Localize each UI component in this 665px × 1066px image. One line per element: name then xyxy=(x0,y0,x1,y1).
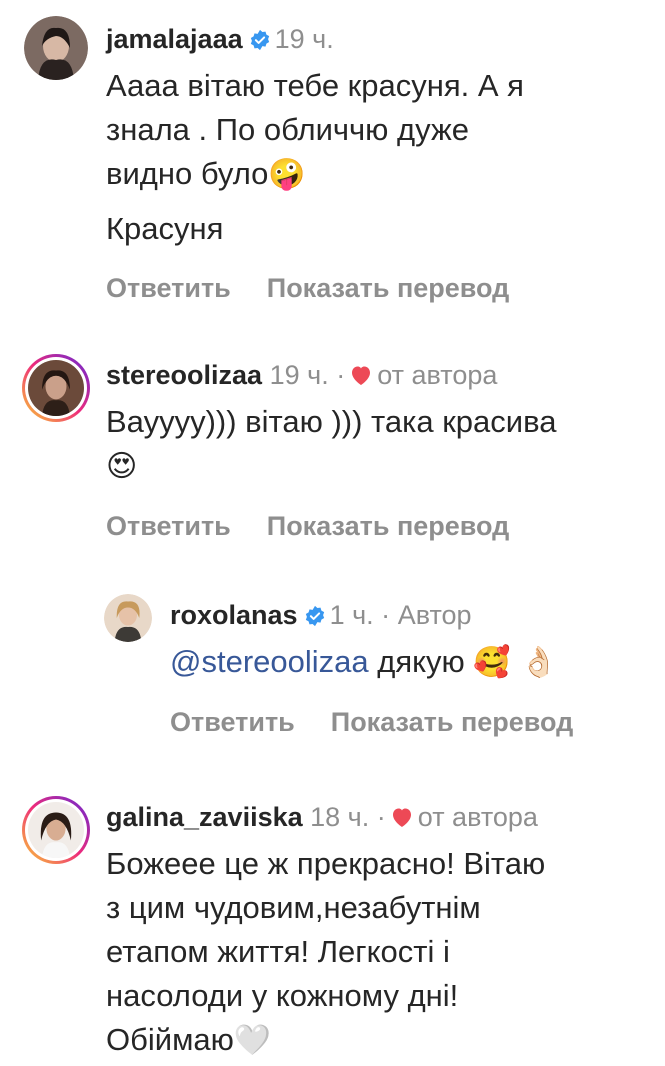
username[interactable]: roxolanas xyxy=(170,600,298,630)
author-tag: Автор xyxy=(397,600,472,630)
mention-link[interactable]: @stereoolizaa xyxy=(170,644,369,679)
separator: · xyxy=(376,802,386,832)
separator: · xyxy=(336,360,346,390)
liked-by-author-label: от автора xyxy=(377,360,498,390)
show-translation-button[interactable]: Показать перевод xyxy=(267,273,510,304)
text-line: знала . По обличчю дуже xyxy=(106,112,469,147)
comment-actions: Ответить Показать перевод xyxy=(170,707,650,738)
comment-actions: Ответить Показать перевод xyxy=(106,273,646,304)
username[interactable]: galina_zaviiska xyxy=(106,802,303,832)
liked-by-author-label: от автора xyxy=(417,802,538,832)
verified-badge-icon xyxy=(304,601,326,627)
comment-text: Аааа вітаю тебе красуня. А я знала . По … xyxy=(106,64,646,251)
smiling-hearts-and-ok-hand-emoji-icon: 🥰 👌🏻 xyxy=(473,645,558,680)
comment-meta: stereoolizaa 19 ч. · от автора xyxy=(106,358,646,392)
avatar[interactable] xyxy=(24,16,88,80)
comment-text: @stereoolizaa дякую 🥰 👌🏻 xyxy=(170,640,650,685)
avatar-with-story-ring[interactable] xyxy=(22,796,90,864)
text-line: Вауууу))) вітаю ))) така красива xyxy=(106,404,557,439)
reply-button[interactable]: Ответить xyxy=(170,707,295,738)
comment-meta: roxolanas 1 ч. · Автор xyxy=(170,598,650,632)
show-translation-button[interactable]: Показать перевод xyxy=(331,707,574,738)
heart-icon xyxy=(390,802,414,827)
avatar[interactable] xyxy=(104,594,152,642)
heart-icon xyxy=(349,360,373,385)
comment-meta: galina_zaviiska 18 ч. · от автора xyxy=(106,800,646,834)
text-line: Обіймаю xyxy=(106,1022,234,1057)
avatar-image xyxy=(104,594,152,642)
text-line: дякую xyxy=(368,644,474,679)
timestamp[interactable]: 19 ч. xyxy=(270,360,329,390)
verified-badge-icon xyxy=(249,25,271,51)
text-line: видно було xyxy=(106,156,269,191)
heart-eyes-emoji-icon: 😍 xyxy=(106,449,138,484)
reply-button[interactable]: Ответить xyxy=(106,511,231,542)
username[interactable]: stereoolizaa xyxy=(106,360,262,390)
avatar-with-story-ring[interactable] xyxy=(22,354,90,422)
timestamp[interactable]: 19 ч. xyxy=(275,24,334,54)
white-heart-emoji-icon: 🤍 xyxy=(233,1023,272,1058)
timestamp[interactable]: 1 ч. xyxy=(330,600,374,630)
username[interactable]: jamalajaaa xyxy=(106,24,243,54)
separator: · xyxy=(381,600,391,630)
avatar-image xyxy=(28,802,84,858)
comment-meta: jamalajaaa 19 ч. xyxy=(106,22,646,56)
text-line: Красуня xyxy=(106,211,224,246)
zany-face-emoji-icon: 🤪 xyxy=(268,157,306,192)
avatar-image xyxy=(28,360,84,416)
reply-button[interactable]: Ответить xyxy=(106,273,231,304)
comment-actions: Ответить Показать перевод xyxy=(106,511,646,542)
comment-text: Вауууу))) вітаю ))) така красива 😍 xyxy=(106,400,646,489)
comment-text: Божеее це ж прекрасно! Вітаю з цим чудов… xyxy=(106,842,646,1063)
text-line: насолоди у кожному дні! xyxy=(106,978,459,1013)
text-line: з цим чудовим,незабутнім xyxy=(106,890,481,925)
text-line: етапом життя! Легкості і xyxy=(106,934,450,969)
avatar-image xyxy=(24,16,88,80)
timestamp[interactable]: 18 ч. xyxy=(310,802,369,832)
text-line: Божеее це ж прекрасно! Вітаю xyxy=(106,846,546,881)
show-translation-button[interactable]: Показать перевод xyxy=(267,511,510,542)
text-line: Аааа вітаю тебе красуня. А я xyxy=(106,68,524,103)
